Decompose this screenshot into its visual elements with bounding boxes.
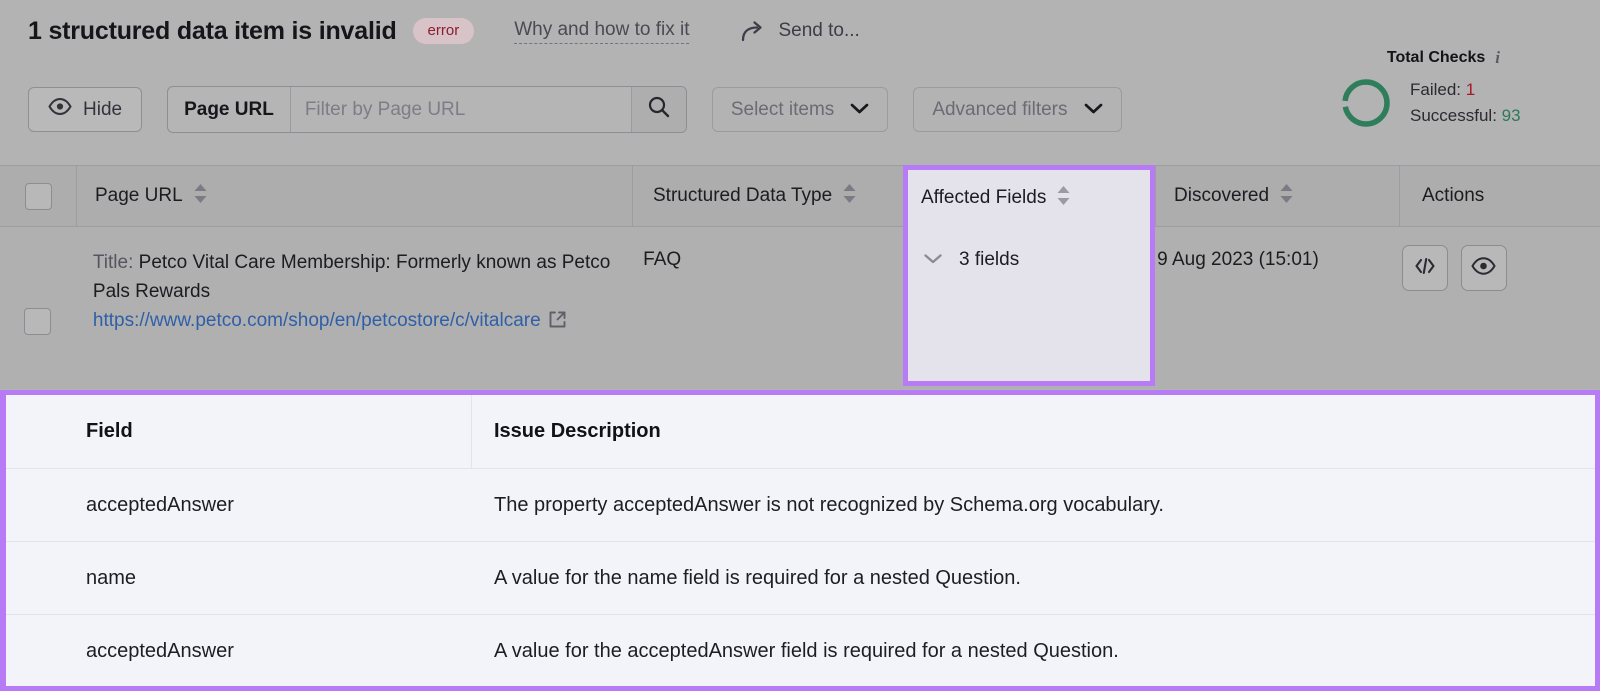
details-field-name: name <box>86 566 137 589</box>
hide-label: Hide <box>83 98 123 120</box>
total-checks-body: Failed: 1 Successful: 93 <box>1308 77 1578 130</box>
external-link-icon[interactable] <box>548 310 567 339</box>
page-title: 1 structured data item is invalid <box>28 16 397 45</box>
page-url-text: https://www.petco.com/shop/en/petcostore… <box>92 309 541 331</box>
title-prefix-label: Title: <box>92 252 134 273</box>
cell-discovered: 9 Aug 2023 (15:01) <box>1157 249 1319 270</box>
code-icon <box>1413 256 1437 281</box>
column-header-label: Affected Fields <box>921 187 1047 208</box>
filter-toolbar: Hide Page URL Select items <box>28 86 1122 133</box>
checks-stats: Failed: 1 Successful: 93 <box>1410 77 1578 130</box>
select-items-dropdown[interactable]: Select items <box>711 87 889 132</box>
status-badge: error <box>412 18 475 44</box>
sort-icon[interactable] <box>842 183 857 210</box>
column-header-actions: Actions <box>1399 166 1600 226</box>
eye-icon <box>48 97 72 121</box>
column-header-page-url[interactable]: Page URL <box>76 166 632 226</box>
cell-page-url: Title: Petco Vital Care Membership: Form… <box>75 227 623 389</box>
column-header-discovered[interactable]: Discovered <box>1155 166 1399 226</box>
chevron-down-icon <box>850 99 869 121</box>
affected-fields-cell: 3 fields <box>908 226 1150 271</box>
successful-value: 93 <box>1501 106 1521 126</box>
page-title-text: Title: Petco Vital Care Membership: Form… <box>93 249 623 307</box>
details-issue-description: A value for the acceptedAnswer field is … <box>494 639 1119 662</box>
page-url-filter: Page URL <box>167 86 687 133</box>
details-field-name: acceptedAnswer <box>86 493 234 516</box>
select-all-checkbox-cell <box>0 166 76 226</box>
sort-icon[interactable] <box>193 183 208 210</box>
successful-stat: Successful: 93 <box>1410 103 1578 129</box>
total-checks-label: Total Checks <box>1386 49 1486 66</box>
search-icon <box>647 95 671 124</box>
sort-icon[interactable] <box>1279 183 1294 210</box>
send-to-label: Send to... <box>778 20 860 41</box>
details-issue-description: A value for the name field is required f… <box>494 566 1021 589</box>
affected-fields-count: 3 fields <box>959 249 1020 270</box>
cell-structured-data-type: FAQ <box>643 249 682 270</box>
column-header-label: Structured Data Type <box>653 185 833 206</box>
chevron-down-icon <box>1084 99 1103 121</box>
share-arrow-icon <box>741 20 767 42</box>
details-header-field: Field <box>6 395 472 468</box>
failed-value: 1 <box>1465 80 1476 99</box>
total-checks-title-row: Total Checks i <box>1308 48 1578 68</box>
failed-label: Failed: <box>1410 80 1462 99</box>
page-title-value: Petco Vital Care Membership: Formerly kn… <box>92 252 611 302</box>
select-all-checkbox[interactable] <box>24 182 52 210</box>
sort-icon[interactable] <box>1056 185 1071 212</box>
page-root: 1 structured data item is invalid error … <box>0 0 1600 691</box>
details-row: acceptedAnswer A value for the acceptedA… <box>6 615 1595 687</box>
table-row: Title: Petco Vital Care Membership: Form… <box>0 227 1600 389</box>
cell-actions <box>1380 227 1600 389</box>
column-header-label: Discovered <box>1174 185 1270 206</box>
select-items-label: Select items <box>730 98 835 120</box>
info-icon[interactable]: i <box>1495 48 1500 68</box>
search-button[interactable] <box>630 87 686 132</box>
send-to-button[interactable]: Send to... <box>741 20 860 42</box>
preview-button[interactable] <box>1460 245 1507 291</box>
details-issue-description: The property acceptedAnswer is not recog… <box>494 493 1164 516</box>
advanced-filters-dropdown[interactable]: Advanced filters <box>913 87 1122 132</box>
successful-label: Successful: <box>1410 106 1497 126</box>
checks-donut-chart <box>1340 77 1392 129</box>
column-header-label: Page URL <box>95 185 183 206</box>
eye-icon <box>1471 256 1497 280</box>
column-header-structured-data-type[interactable]: Structured Data Type <box>632 166 903 226</box>
affected-fields-column: Affected Fields 3 fields <box>908 170 1150 381</box>
hide-button[interactable]: Hide <box>28 87 143 132</box>
page-url-link[interactable]: https://www.petco.com/shop/en/petcostore… <box>93 307 623 339</box>
affected-fields-details-panel: Field Issue Description acceptedAnswer T… <box>0 390 1600 691</box>
table-header-row: Page URL Structured Data Type Discovered… <box>0 165 1600 227</box>
page-url-filter-label: Page URL <box>168 87 291 132</box>
chevron-down-icon <box>923 249 943 271</box>
details-row: name A value for the name field is requi… <box>6 542 1595 615</box>
column-header-label: Actions <box>1422 185 1485 206</box>
view-code-button[interactable] <box>1401 245 1448 291</box>
row-select-checkbox[interactable] <box>23 307 51 335</box>
affected-fields-expand-toggle[interactable]: 3 fields <box>923 249 1150 271</box>
total-checks-panel: Total Checks i Failed: 1 Successful: 93 <box>1308 48 1578 130</box>
why-and-how-to-fix-link[interactable]: Why and how to fix it <box>514 19 690 44</box>
failed-stat: Failed: 1 <box>1410 77 1578 103</box>
results-table: Page URL Structured Data Type Discovered… <box>0 165 1600 389</box>
row-checkbox-cell <box>0 227 75 389</box>
advanced-filters-label: Advanced filters <box>932 98 1068 120</box>
details-row: acceptedAnswer The property acceptedAnsw… <box>6 469 1595 542</box>
search-input[interactable] <box>290 87 631 132</box>
details-field-name: acceptedAnswer <box>86 639 234 662</box>
details-header-row: Field Issue Description <box>6 395 1595 469</box>
column-header-affected-fields[interactable]: Affected Fields <box>908 170 1150 226</box>
details-header-description: Issue Description <box>494 420 661 442</box>
